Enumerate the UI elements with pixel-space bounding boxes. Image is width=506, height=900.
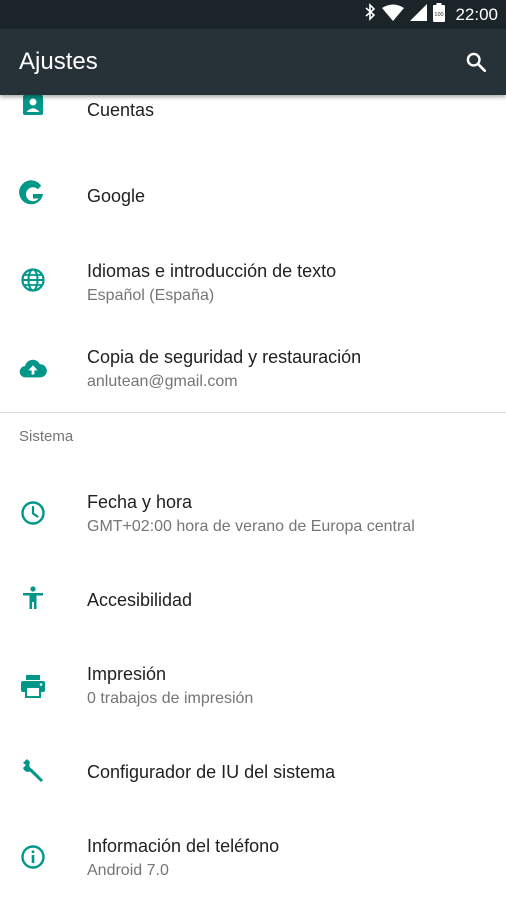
globe-icon bbox=[19, 266, 47, 294]
item-summary: 0 trabajos de impresión bbox=[87, 690, 254, 707]
item-title: Accesibilidad bbox=[87, 590, 193, 610]
search-button[interactable] bbox=[460, 46, 492, 78]
bluetooth-icon bbox=[364, 3, 376, 26]
settings-item-copia-seguridad[interactable]: Copia de seguridad y restauración anlute… bbox=[0, 323, 506, 409]
status-icons: 100 22:00 bbox=[364, 0, 498, 29]
item-summary: GMT+02:00 hora de verano de Europa centr… bbox=[87, 518, 415, 535]
item-summary: anlutean@gmail.com bbox=[87, 373, 238, 390]
item-title: Idiomas e introducción de texto bbox=[87, 261, 337, 281]
item-summary: Español (España) bbox=[87, 287, 215, 304]
search-icon bbox=[466, 52, 487, 73]
settings-item-fecha-hora[interactable]: Fecha y hora GMT+02:00 hora de verano de… bbox=[0, 469, 506, 555]
battery-level: 100 bbox=[435, 12, 444, 18]
settings-item-impresion[interactable]: Impresión 0 trabajos de impresión bbox=[0, 641, 506, 727]
accessibility-icon bbox=[19, 584, 47, 612]
wrench-icon bbox=[19, 757, 47, 785]
signal-icon bbox=[410, 3, 428, 26]
status-bar: 100 22:00 bbox=[0, 0, 506, 29]
info-icon bbox=[19, 843, 47, 871]
page-title: Ajustes bbox=[19, 48, 98, 75]
google-icon bbox=[19, 180, 47, 208]
battery-icon: 100 bbox=[433, 2, 446, 27]
item-title: Impresión bbox=[87, 664, 167, 684]
settings-list: Cuentas Google Idiomas e introducción de… bbox=[0, 95, 506, 900]
item-title: Información del teléfono bbox=[87, 836, 280, 856]
app-bar: Ajustes bbox=[0, 29, 506, 95]
printer-icon bbox=[19, 672, 47, 700]
cloud-upload-icon bbox=[19, 354, 47, 382]
item-title: Configurador de IU del sistema bbox=[87, 762, 336, 782]
settings-item-accesibilidad[interactable]: Accesibilidad bbox=[0, 555, 506, 641]
item-title: Fecha y hora bbox=[87, 492, 193, 512]
clock-icon bbox=[19, 499, 47, 527]
settings-item-idiomas[interactable]: Idiomas e introducción de texto Español … bbox=[0, 237, 506, 323]
settings-item-configurador-iu[interactable]: Configurador de IU del sistema bbox=[0, 727, 506, 813]
settings-item-google[interactable]: Google bbox=[0, 151, 506, 237]
section-header-sistema: Sistema bbox=[19, 428, 74, 445]
item-title: Cuentas bbox=[87, 100, 155, 120]
settings-item-cuentas[interactable]: Cuentas bbox=[0, 95, 506, 145]
item-title: Copia de seguridad y restauración bbox=[87, 347, 362, 367]
item-summary: Android 7.0 bbox=[87, 862, 169, 879]
item-title: Google bbox=[87, 186, 146, 206]
status-time: 22:00 bbox=[455, 4, 498, 24]
account-icon bbox=[19, 95, 47, 119]
settings-item-informacion-telefono[interactable]: Información del teléfono Android 7.0 bbox=[0, 813, 506, 899]
wifi-icon bbox=[382, 4, 405, 26]
section-divider bbox=[0, 412, 506, 413]
